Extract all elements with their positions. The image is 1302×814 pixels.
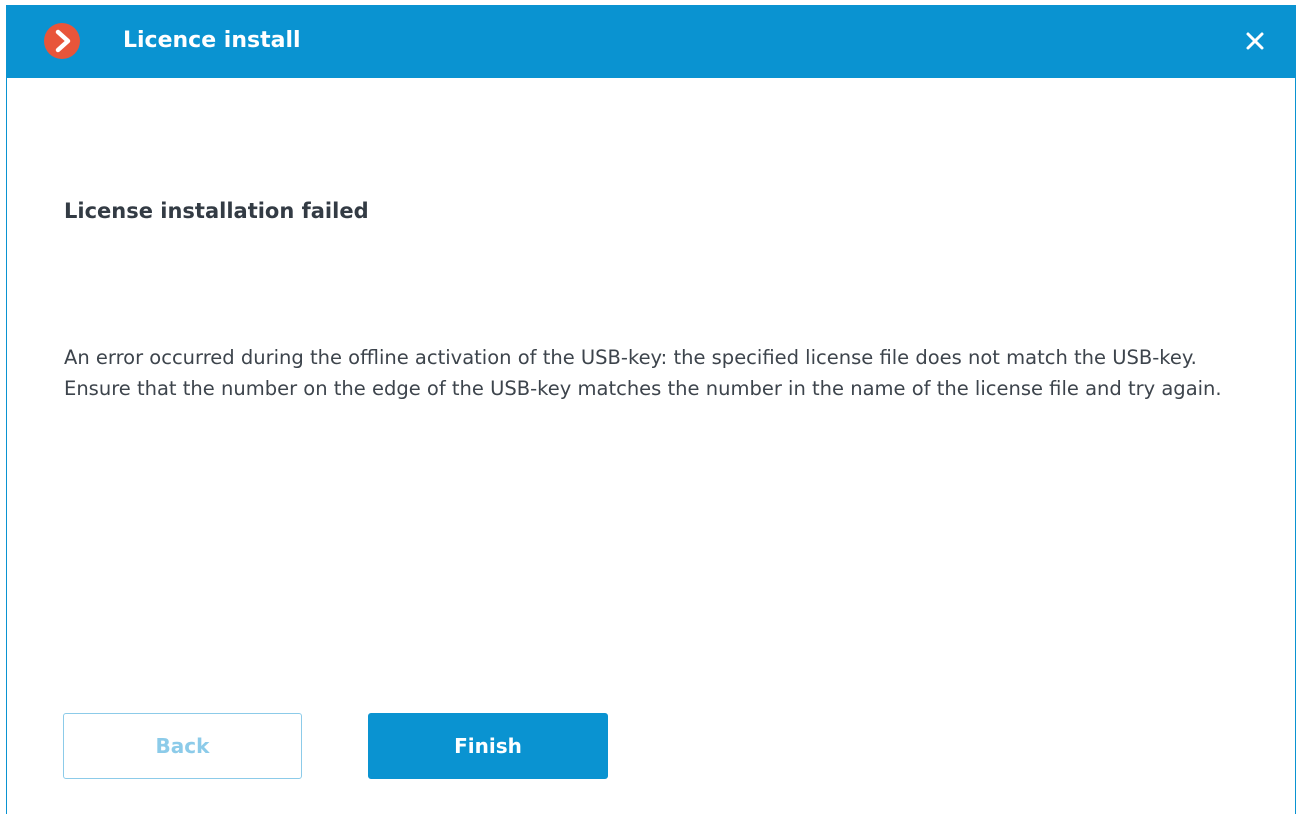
close-icon[interactable]: [1243, 29, 1267, 53]
error-message-line: Ensure that the number on the edge of th…: [64, 376, 1222, 400]
dialog-title: Licence install: [123, 28, 301, 53]
error-message: An error occurred during the offline act…: [64, 343, 1244, 404]
error-message-line: An error occurred during the offline act…: [64, 346, 1197, 369]
app-logo-icon: [44, 23, 80, 59]
licence-install-dialog: Licence install License installation fai…: [6, 5, 1296, 814]
finish-button[interactable]: Finish: [368, 713, 608, 779]
back-button[interactable]: Back: [63, 713, 302, 779]
dialog-titlebar: Licence install: [7, 5, 1295, 78]
status-heading: License installation failed: [64, 199, 369, 223]
